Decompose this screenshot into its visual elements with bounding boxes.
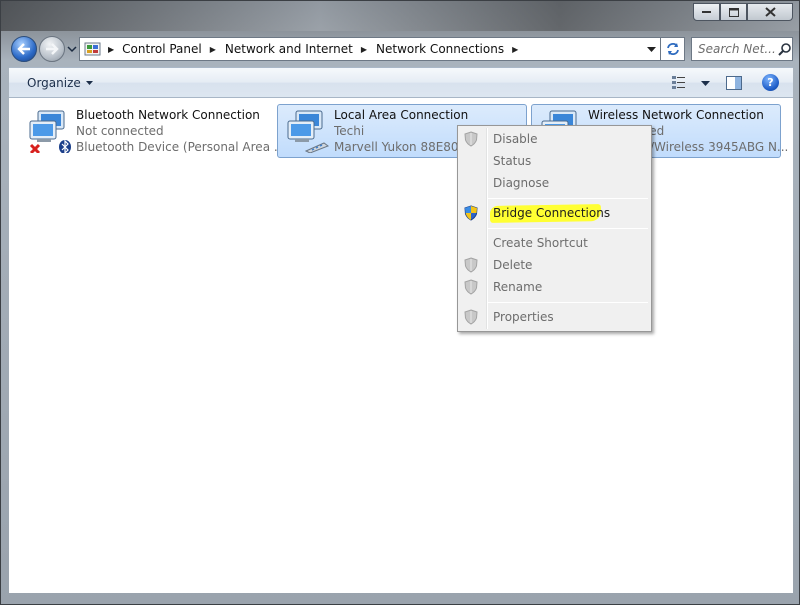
forward-arrow-icon xyxy=(46,43,59,55)
refresh-button[interactable] xyxy=(661,37,685,61)
menu-item-status[interactable]: Status xyxy=(460,150,649,172)
breadcrumb-network-connections[interactable]: Network Connections xyxy=(376,42,504,56)
connection-status: Not connected xyxy=(76,124,164,138)
menu-item-label: Delete xyxy=(493,258,533,272)
recent-pages-dropdown-icon[interactable] xyxy=(67,43,77,55)
organize-button[interactable]: Organize xyxy=(27,76,93,90)
search-box[interactable] xyxy=(691,37,793,61)
connection-status: Techi xyxy=(334,124,365,138)
menu-item-delete[interactable]: Delete xyxy=(460,254,649,276)
connections-list: Bluetooth Network Connection Not connect… xyxy=(9,98,793,593)
maximize-button[interactable] xyxy=(720,3,747,21)
preview-pane-icon[interactable] xyxy=(725,74,743,92)
back-button[interactable] xyxy=(11,36,37,62)
connection-name: Local Area Connection xyxy=(334,108,469,122)
connection-item-bluetooth[interactable]: Bluetooth Network Connection Not connect… xyxy=(19,104,285,158)
chevron-down-icon[interactable] xyxy=(701,80,710,86)
menu-item-create-shortcut[interactable]: Create Shortcut xyxy=(460,232,649,254)
explorer-window: ▶ Control Panel ▶ Network and Internet ▶… xyxy=(0,0,800,605)
breadcrumb-separator[interactable]: ▶ xyxy=(361,45,367,54)
command-bar: Organize ? xyxy=(9,67,793,98)
back-arrow-icon xyxy=(17,43,30,55)
address-history-dropdown[interactable] xyxy=(642,38,660,60)
menu-separator xyxy=(488,302,648,303)
uac-shield-icon xyxy=(464,205,478,221)
menu-item-label: Rename xyxy=(493,280,543,294)
menu-item-disable[interactable]: Disable xyxy=(460,128,649,150)
minimize-button[interactable] xyxy=(693,3,720,21)
uac-shield-icon xyxy=(464,309,478,325)
search-icon[interactable] xyxy=(778,42,792,56)
chevron-down-icon xyxy=(85,81,93,85)
control-panel-icon xyxy=(84,42,101,56)
breadcrumb-network-and-internet[interactable]: Network and Internet xyxy=(225,42,353,56)
context-menu: Disable Status Diagnose Bridge Connectio… xyxy=(457,125,652,332)
connection-name: Wireless Network Connection xyxy=(588,108,764,122)
details-view-icon xyxy=(672,76,685,89)
refresh-icon xyxy=(666,43,679,55)
close-button[interactable] xyxy=(747,3,793,21)
menu-item-label: Disable xyxy=(493,132,538,146)
navigation-bar: ▶ Control Panel ▶ Network and Internet ▶… xyxy=(9,35,793,63)
breadcrumb: Control Panel ▶ Network and Internet ▶ N… xyxy=(122,42,527,56)
minimize-icon xyxy=(701,11,711,13)
menu-item-rename[interactable]: Rename xyxy=(460,276,649,298)
maximize-icon xyxy=(728,7,739,17)
connection-device: /Wireless 3945ABG N... xyxy=(650,140,789,154)
menu-item-label: Properties xyxy=(493,310,554,324)
breadcrumb-separator[interactable]: ▶ xyxy=(512,45,518,54)
connection-device: Bluetooth Device (Personal Area ... xyxy=(76,140,286,154)
organize-label: Organize xyxy=(27,76,81,90)
uac-shield-icon xyxy=(464,131,478,147)
menu-item-bridge-connections[interactable]: Bridge Connections xyxy=(460,202,649,224)
breadcrumb-separator[interactable]: ▶ xyxy=(210,45,216,54)
help-button[interactable]: ? xyxy=(762,74,779,91)
breadcrumb-root-arrow[interactable]: ▶ xyxy=(108,45,114,54)
menu-separator xyxy=(488,228,648,229)
menu-item-label: Bridge Connections xyxy=(493,206,611,220)
menu-item-label: Diagnose xyxy=(493,176,550,190)
uac-shield-icon xyxy=(464,257,478,273)
menu-item-label: Status xyxy=(493,154,532,168)
chevron-down-icon xyxy=(647,46,656,52)
search-input[interactable] xyxy=(698,39,778,59)
menu-separator xyxy=(488,198,648,199)
menu-item-properties[interactable]: Properties xyxy=(460,306,649,328)
uac-shield-icon xyxy=(464,279,478,295)
menu-item-diagnose[interactable]: Diagnose xyxy=(460,172,649,194)
breadcrumb-control-panel[interactable]: Control Panel xyxy=(122,42,202,56)
connection-device: Marvell Yukon 88E8036 xyxy=(334,140,474,154)
ethernet-network-icon xyxy=(287,110,330,153)
menu-item-label: Create Shortcut xyxy=(493,236,588,250)
caption-buttons xyxy=(693,3,793,21)
address-bar[interactable]: ▶ Control Panel ▶ Network and Internet ▶… xyxy=(79,37,661,61)
connection-name: Bluetooth Network Connection xyxy=(76,108,260,122)
change-view-button[interactable] xyxy=(671,74,711,92)
close-icon xyxy=(764,7,776,17)
forward-button[interactable] xyxy=(39,36,65,62)
bluetooth-network-icon xyxy=(29,110,71,153)
